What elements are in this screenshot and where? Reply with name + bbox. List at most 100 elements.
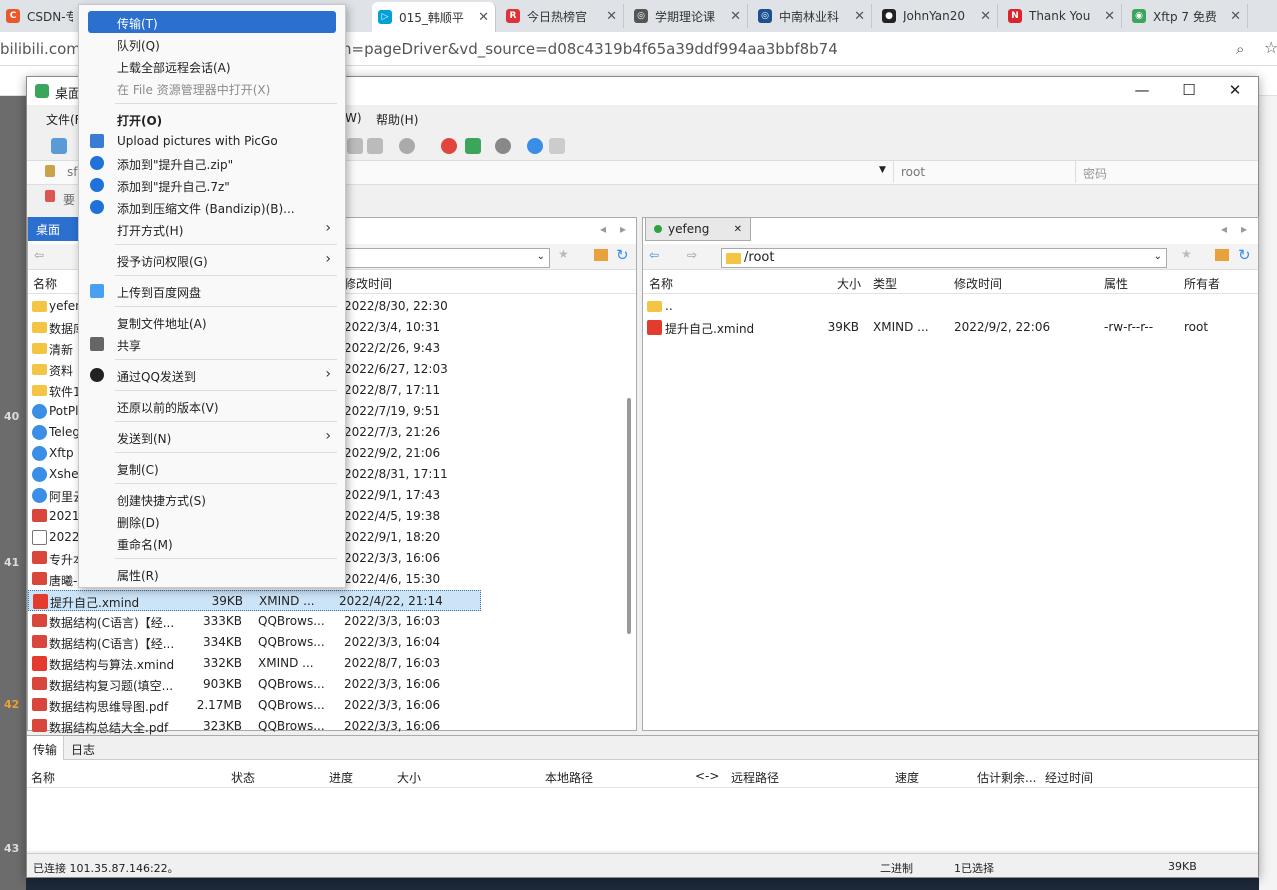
maximize-icon[interactable]: ☐ xyxy=(1174,81,1204,101)
pane-next-icon[interactable]: ▸ xyxy=(1241,222,1247,236)
tab-close-icon[interactable]: ✕ xyxy=(854,9,865,24)
context-menu-item[interactable]: 打开方式(H) › xyxy=(79,218,345,240)
tab-close-icon[interactable]: ✕ xyxy=(606,9,617,24)
new-session-icon[interactable] xyxy=(51,138,67,154)
gear-icon[interactable] xyxy=(495,138,511,154)
table-row[interactable]: 数据结构总结大全.pdf 323KB QQBrows... 2022/3/3, 16:… xyxy=(28,716,636,737)
transfer-col[interactable]: <-> xyxy=(695,769,719,783)
col-owner[interactable]: 所有者 xyxy=(1184,275,1220,292)
context-menu-item[interactable]: 共享 xyxy=(79,333,345,355)
tab-close-icon[interactable]: ✕ xyxy=(1104,9,1115,24)
pane-prev-icon[interactable]: ◂ xyxy=(1221,222,1227,236)
context-menu-item[interactable]: 通过QQ发送到 › xyxy=(79,364,345,386)
context-menu-item[interactable]: 传输(T) xyxy=(88,11,336,33)
paste-icon[interactable] xyxy=(367,138,383,154)
transfer-col[interactable]: 经过时间 xyxy=(1045,769,1093,786)
browser-tab[interactable]: R 今日热榜官 ✕ xyxy=(500,4,624,28)
transfer-col[interactable]: 估计剩余... xyxy=(977,769,1036,786)
tab-close-icon[interactable]: ✕ xyxy=(1230,9,1241,24)
menu-help[interactable]: 帮助(H) xyxy=(376,111,418,128)
browser-tab[interactable]: ◎ 学期理论课 ✕ xyxy=(628,4,748,28)
back-icon[interactable]: ⇦ xyxy=(34,248,44,262)
host-dropdown-icon[interactable]: ▼ xyxy=(879,165,886,175)
context-menu-item[interactable]: 打开(O) xyxy=(79,108,345,130)
context-menu-item[interactable]: 添加到"提升自己.zip" xyxy=(79,152,345,174)
transfer-col[interactable]: 状态 xyxy=(231,769,255,786)
path-dropdown-icon[interactable]: ⌄ xyxy=(537,251,545,262)
context-menu-item[interactable]: 队列(Q) xyxy=(79,33,345,55)
browser-tab[interactable]: ● JohnYan20 ✕ xyxy=(876,4,998,28)
context-menu-item[interactable]: 授予访问权限(G) › xyxy=(79,249,345,271)
tab-close-icon[interactable]: ✕ xyxy=(734,224,742,235)
browser-tab[interactable]: ◉ Xftp 7 免费 ✕ xyxy=(1126,4,1248,28)
path-dropdown-icon[interactable]: ⌄ xyxy=(1154,251,1162,262)
favorite-icon[interactable]: ★ xyxy=(1181,247,1192,261)
back-icon[interactable]: ⇦ xyxy=(649,248,659,262)
col-mtime[interactable]: 修改时间 xyxy=(344,275,392,292)
table-row[interactable]: 数据结构思维导图.pdf 2.17MB QQBrows... 2022/3/3, 16… xyxy=(28,695,636,716)
transfer-col[interactable]: 远程路径 xyxy=(731,769,779,786)
scrollbar[interactable] xyxy=(627,398,631,634)
menu-window[interactable]: W) xyxy=(345,111,362,125)
close-icon[interactable]: ✕ xyxy=(1220,81,1250,101)
col-size[interactable]: 大小 xyxy=(837,275,861,292)
browser-tab[interactable]: ▷ 015_韩顺平 ✕ xyxy=(372,2,496,32)
context-menu-item[interactable]: 属性(R) xyxy=(79,563,345,585)
password-field[interactable]: 密码 xyxy=(1083,165,1107,182)
xftp-icon[interactable] xyxy=(465,138,481,154)
transfer-col[interactable]: 进度 xyxy=(329,769,353,786)
context-menu-item[interactable]: 创建快捷方式(S) xyxy=(79,488,345,510)
context-menu-item[interactable]: Upload pictures with PicGo xyxy=(79,130,345,152)
remote-path-box[interactable]: /root ⌄ xyxy=(721,248,1167,268)
col-mtime[interactable]: 修改时间 xyxy=(954,275,1002,292)
context-menu-item[interactable]: 添加到压缩文件 (Bandizip)(B)... xyxy=(79,196,345,218)
local-path-box[interactable]: ⌄ xyxy=(328,248,550,268)
home-folder-icon[interactable] xyxy=(1215,249,1229,261)
context-menu-item[interactable]: 添加到"提升自己.7z" xyxy=(79,174,345,196)
chat-icon[interactable] xyxy=(549,138,565,154)
context-menu-item[interactable]: 删除(D) xyxy=(79,510,345,532)
transfer-col[interactable]: 名称 xyxy=(31,769,55,786)
tab-close-icon[interactable]: ✕ xyxy=(980,9,991,24)
transfer-col[interactable]: 大小 xyxy=(397,769,421,786)
context-menu-item[interactable]: 在 File 资源管理器中打开(X) xyxy=(79,77,345,99)
bookmark-star-icon[interactable]: ☆ xyxy=(1264,38,1277,57)
context-menu-item[interactable]: 还原以前的版本(V) xyxy=(79,395,345,417)
refresh-icon[interactable]: ↻ xyxy=(616,246,629,264)
forward-icon[interactable]: ⇨ xyxy=(687,248,697,262)
tab-close-icon[interactable]: ✕ xyxy=(478,10,489,25)
help-icon[interactable] xyxy=(527,138,543,154)
browser-tab[interactable]: N Thank You ✕ xyxy=(1002,4,1122,28)
tab-log[interactable]: 日志 xyxy=(65,736,101,760)
col-name[interactable]: 名称 xyxy=(33,275,57,292)
context-menu-item[interactable]: 上载全部远程会话(A) xyxy=(79,55,345,77)
tab-close-icon[interactable]: ✕ xyxy=(730,9,741,24)
home-folder-icon[interactable] xyxy=(594,249,608,261)
table-row[interactable]: 数据结构(C语言)【经... 334KB QQBrows... 2022/3/3, 1… xyxy=(28,632,636,653)
pane-next-icon[interactable]: ▸ xyxy=(620,222,626,236)
col-name[interactable]: 名称 xyxy=(649,275,673,292)
favorite-icon[interactable]: ★ xyxy=(558,247,569,261)
table-row[interactable]: 提升自己.xmind 39KB XMIND ... 2022/9/2, 22:06 -r… xyxy=(643,317,1258,338)
pane-prev-icon[interactable]: ◂ xyxy=(600,222,606,236)
copy-icon[interactable] xyxy=(347,138,363,154)
transfer-col[interactable]: 本地路径 xyxy=(545,769,593,786)
tab-transfer[interactable]: 传输 xyxy=(27,736,65,760)
host-field[interactable]: sf xyxy=(67,165,77,179)
transfer-col[interactable]: 速度 xyxy=(895,769,919,786)
xshell-icon[interactable] xyxy=(441,138,457,154)
browser-tab[interactable]: ◎ 中南林业科 ✕ xyxy=(752,4,872,28)
user-field[interactable]: root xyxy=(901,165,925,179)
context-menu-item[interactable]: 上传到百度网盘 xyxy=(79,280,345,302)
zoom-icon[interactable]: ⌕ xyxy=(1236,40,1244,58)
table-row[interactable]: 数据结构(C语言)【经... 333KB QQBrows... 2022/3/3, 1… xyxy=(28,611,636,632)
context-menu-item[interactable]: 发送到(N) › xyxy=(79,426,345,448)
table-row[interactable]: 数据结构复习题(填空... 903KB QQBrows... 2022/3/3, 16… xyxy=(28,674,636,695)
table-row[interactable]: 提升自己.xmind 39KB XMIND ... 2022/4/22, 21:14 xyxy=(28,590,481,611)
col-attr[interactable]: 属性 xyxy=(1104,275,1128,292)
table-row[interactable]: .. xyxy=(643,296,1258,317)
browser-tab[interactable]: C CSDN-专业 xyxy=(0,4,80,28)
col-type[interactable]: 类型 xyxy=(873,275,897,292)
tab-remote[interactable]: yefeng ✕ xyxy=(645,217,751,241)
globe-icon[interactable] xyxy=(399,138,415,154)
